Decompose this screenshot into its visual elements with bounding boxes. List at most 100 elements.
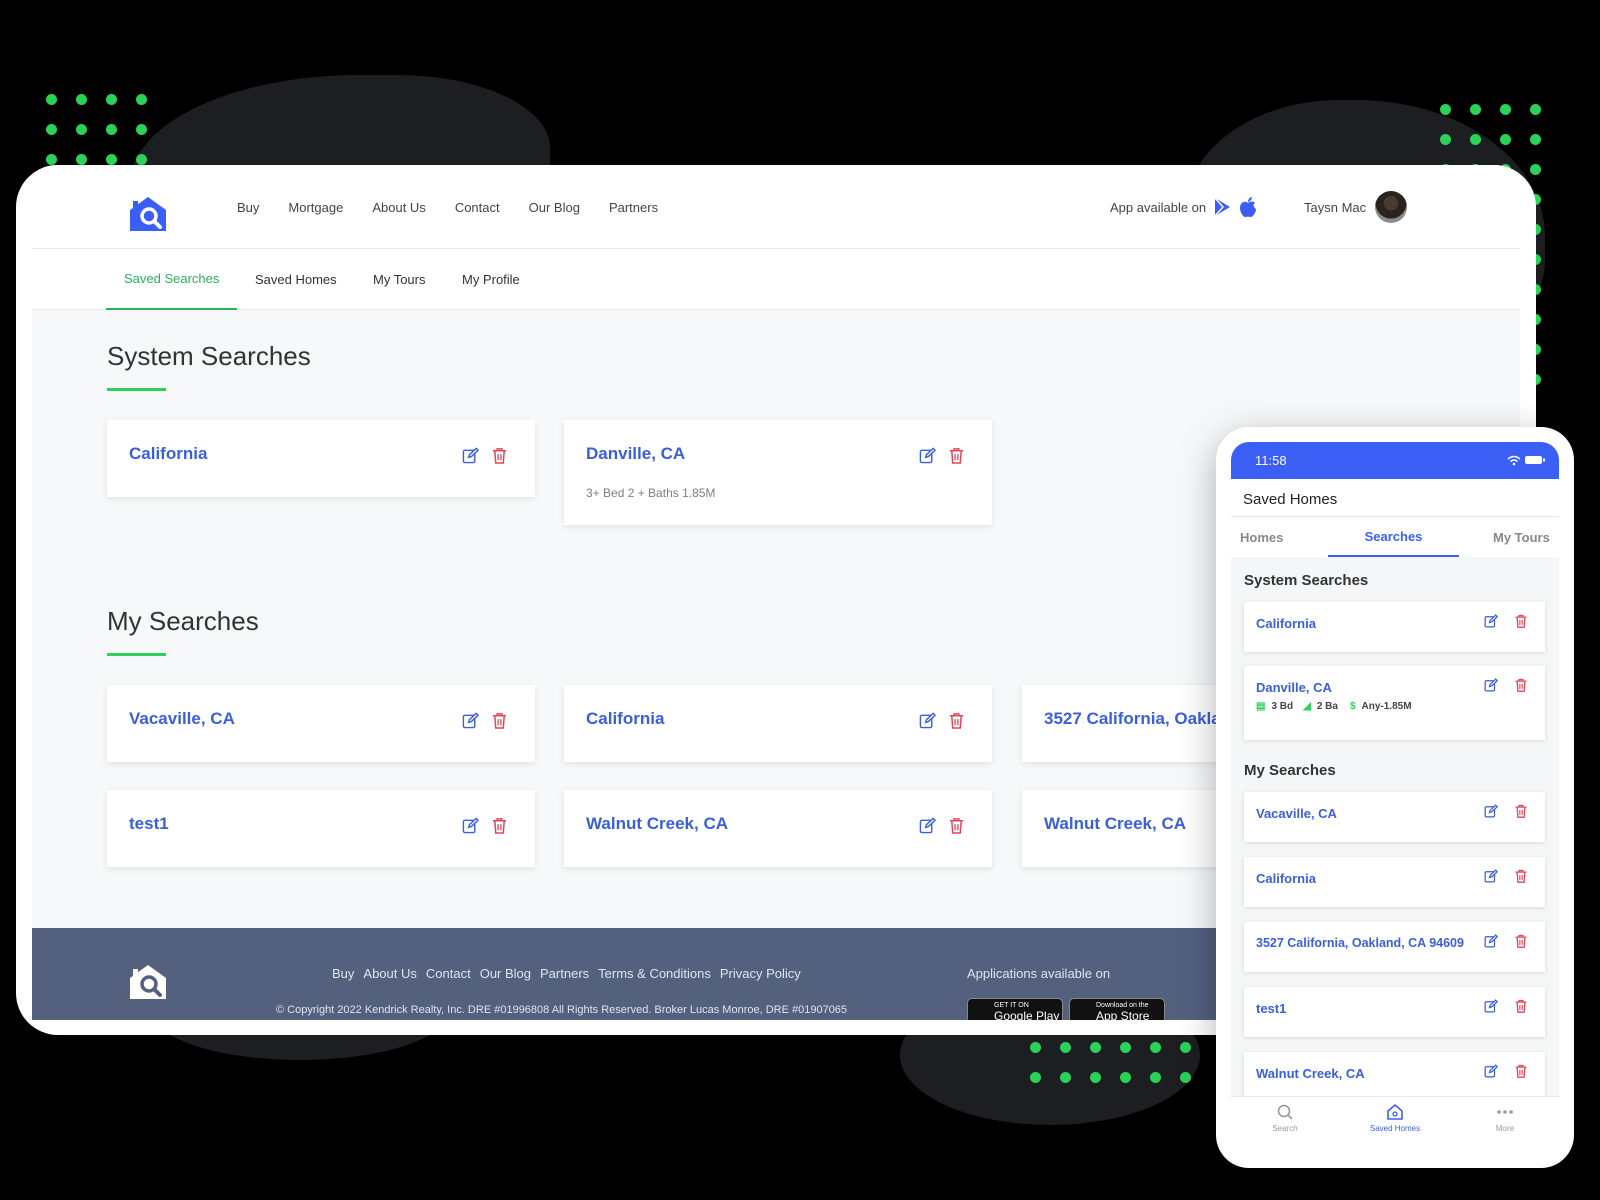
footer-link[interactable]: Contact [426, 966, 471, 981]
search-card[interactable]: California [107, 420, 535, 497]
nav-buy[interactable]: Buy [237, 200, 259, 215]
main-nav: Buy Mortgage About Us Contact Our Blog P… [237, 165, 658, 249]
footer-link[interactable]: Buy [332, 966, 354, 981]
tab-homes[interactable]: Homes [1240, 517, 1283, 557]
app-store-badge[interactable]: Download on the App Store [1069, 998, 1165, 1020]
showcase-stage: Buy Mortgage About Us Contact Our Blog P… [0, 0, 1600, 1200]
search-card[interactable]: 3527 California, Oakland, CA 94609 [1244, 922, 1545, 972]
bottom-tab-bar: Search Saved Homes More [1231, 1096, 1559, 1142]
search-card-title[interactable]: Danville, CA [586, 444, 685, 464]
edit-icon[interactable] [1484, 999, 1498, 1013]
edit-icon[interactable] [919, 817, 936, 834]
delete-icon[interactable] [1514, 869, 1528, 883]
delete-icon[interactable] [1514, 934, 1528, 948]
avatar[interactable] [1375, 191, 1408, 223]
bottom-nav-search[interactable]: Search [1250, 1103, 1320, 1133]
footer-link[interactable]: Our Blog [480, 966, 531, 981]
search-card[interactable]: California [1244, 857, 1545, 907]
delete-icon[interactable] [948, 817, 965, 834]
search-card[interactable]: Vacaville, CA [1244, 792, 1545, 842]
nav-mortgage[interactable]: Mortgage [288, 200, 343, 215]
footer-link[interactable]: Partners [540, 966, 589, 981]
delete-icon[interactable] [1514, 1064, 1528, 1078]
app-availability: App available on [1110, 165, 1258, 249]
delete-icon[interactable] [1514, 614, 1528, 628]
google-play-icon[interactable] [1212, 197, 1232, 217]
footer-link[interactable]: About Us [363, 966, 416, 981]
footer-link[interactable]: Privacy Policy [720, 966, 801, 981]
dot-grid [1030, 1042, 1191, 1083]
nav-our-blog[interactable]: Our Blog [529, 200, 580, 215]
tab-saved-homes[interactable]: Saved Homes [255, 249, 337, 310]
search-card[interactable]: California [564, 685, 992, 762]
search-card[interactable]: test1 [107, 790, 535, 867]
search-card[interactable]: California [1244, 602, 1545, 652]
search-card-title[interactable]: Vacaville, CA [129, 709, 235, 729]
bath-icon: ◢ [1303, 701, 1311, 712]
edit-icon[interactable] [1484, 678, 1498, 692]
search-card-title[interactable]: Danville, CA [1256, 680, 1332, 695]
search-card-title[interactable]: Walnut Creek, CA [586, 814, 728, 834]
edit-icon[interactable] [462, 712, 479, 729]
search-criteria: ▤ 3 Bd ◢ 2 Ba $ Any-1.85M [1256, 701, 1412, 712]
edit-icon[interactable] [1484, 934, 1498, 948]
bottom-nav-label: Search [1272, 1124, 1298, 1133]
mobile-screen: 11:58 Saved Homes Homes Searches My Tour… [1231, 442, 1559, 1142]
search-card[interactable]: Danville, CA 3+ Bed 2 + Baths 1.85M [564, 420, 992, 525]
delete-icon[interactable] [491, 712, 508, 729]
edit-icon[interactable] [1484, 804, 1498, 818]
delete-icon[interactable] [948, 447, 965, 464]
status-bar: 11:58 [1231, 442, 1559, 479]
user-menu[interactable]: Taysn Mac [1304, 165, 1408, 249]
nav-partners[interactable]: Partners [609, 200, 658, 215]
delete-icon[interactable] [1514, 678, 1528, 692]
delete-icon[interactable] [491, 817, 508, 834]
bottom-nav-saved-homes[interactable]: Saved Homes [1360, 1103, 1430, 1133]
search-card-title[interactable]: Walnut Creek, CA [1044, 814, 1186, 834]
tab-saved-searches[interactable]: Saved Searches [106, 249, 238, 310]
bottom-nav-label: More [1495, 1124, 1515, 1133]
house-search-logo-icon[interactable] [127, 195, 169, 233]
edit-icon[interactable] [1484, 1064, 1498, 1078]
search-card-title[interactable]: 3527 California, Oakla [1044, 709, 1221, 729]
search-card-title[interactable]: 3527 California, Oakland, CA 94609 [1256, 936, 1464, 950]
search-card-title[interactable]: California [586, 709, 664, 729]
search-card-title[interactable]: Walnut Creek, CA [1256, 1066, 1365, 1081]
badge-top-text: Download on the [1096, 1002, 1149, 1009]
footer-links: Buy About Us Contact Our Blog Partners T… [332, 966, 801, 981]
delete-icon[interactable] [1514, 804, 1528, 818]
edit-icon[interactable] [462, 817, 479, 834]
search-card[interactable]: Danville, CA ▤ 3 Bd ◢ 2 Ba $ Any-1.85M [1244, 666, 1545, 740]
nav-contact[interactable]: Contact [455, 200, 500, 215]
top-navbar: Buy Mortgage About Us Contact Our Blog P… [32, 165, 1520, 249]
search-card[interactable]: Walnut Creek, CA [1244, 1052, 1545, 1102]
delete-icon[interactable] [1514, 999, 1528, 1013]
delete-icon[interactable] [948, 712, 965, 729]
search-card-title[interactable]: California [1256, 871, 1316, 886]
edit-icon[interactable] [919, 447, 936, 464]
edit-icon[interactable] [462, 447, 479, 464]
apple-icon[interactable] [1238, 196, 1258, 218]
tab-searches[interactable]: Searches [1328, 517, 1459, 557]
search-card-title[interactable]: California [129, 444, 207, 464]
tab-my-tours[interactable]: My Tours [1493, 517, 1550, 557]
nav-about-us[interactable]: About Us [372, 200, 425, 215]
wifi-battery-icon [1507, 455, 1545, 466]
search-card[interactable]: Walnut Creek, CA [564, 790, 992, 867]
edit-icon[interactable] [919, 712, 936, 729]
edit-icon[interactable] [1484, 869, 1498, 883]
search-card-title[interactable]: test1 [1256, 1001, 1286, 1016]
search-card[interactable]: Vacaville, CA [107, 685, 535, 762]
search-card-title[interactable]: California [1256, 616, 1316, 631]
tab-my-profile[interactable]: My Profile [462, 249, 520, 310]
search-card-title[interactable]: test1 [129, 814, 169, 834]
house-search-logo-icon[interactable] [127, 963, 169, 1001]
search-card[interactable]: test1 [1244, 987, 1545, 1037]
footer-link[interactable]: Terms & Conditions [598, 966, 711, 981]
search-card-title[interactable]: Vacaville, CA [1256, 806, 1337, 821]
tab-my-tours[interactable]: My Tours [373, 249, 426, 310]
edit-icon[interactable] [1484, 614, 1498, 628]
google-play-badge[interactable]: GET IT ON Google Play [967, 998, 1063, 1020]
delete-icon[interactable] [491, 447, 508, 464]
bottom-nav-more[interactable]: More [1470, 1103, 1540, 1133]
